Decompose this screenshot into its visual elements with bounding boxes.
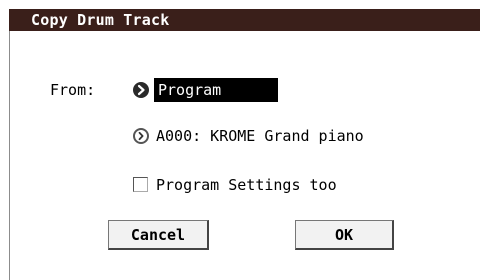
source-select-value: Program (158, 81, 222, 99)
program-settings-label[interactable]: Program Settings too (156, 176, 337, 194)
program-popup-button[interactable] (133, 128, 149, 144)
program-settings-checkbox[interactable] (133, 177, 148, 192)
copy-drum-track-dialog: Copy Drum Track From: Program A000: KROM… (0, 0, 480, 280)
from-label: From: (50, 81, 96, 99)
cancel-button[interactable]: Cancel (108, 220, 209, 250)
program-select-value[interactable]: A000: KROME Grand piano (156, 127, 364, 145)
ok-button[interactable]: OK (295, 220, 394, 250)
dialog-title: Copy Drum Track (31, 11, 170, 29)
source-popup-button[interactable] (133, 82, 149, 98)
circle-arrow-right-icon (137, 84, 145, 96)
dialog-left-border (9, 31, 10, 280)
circle-arrow-right-icon (138, 131, 144, 141)
